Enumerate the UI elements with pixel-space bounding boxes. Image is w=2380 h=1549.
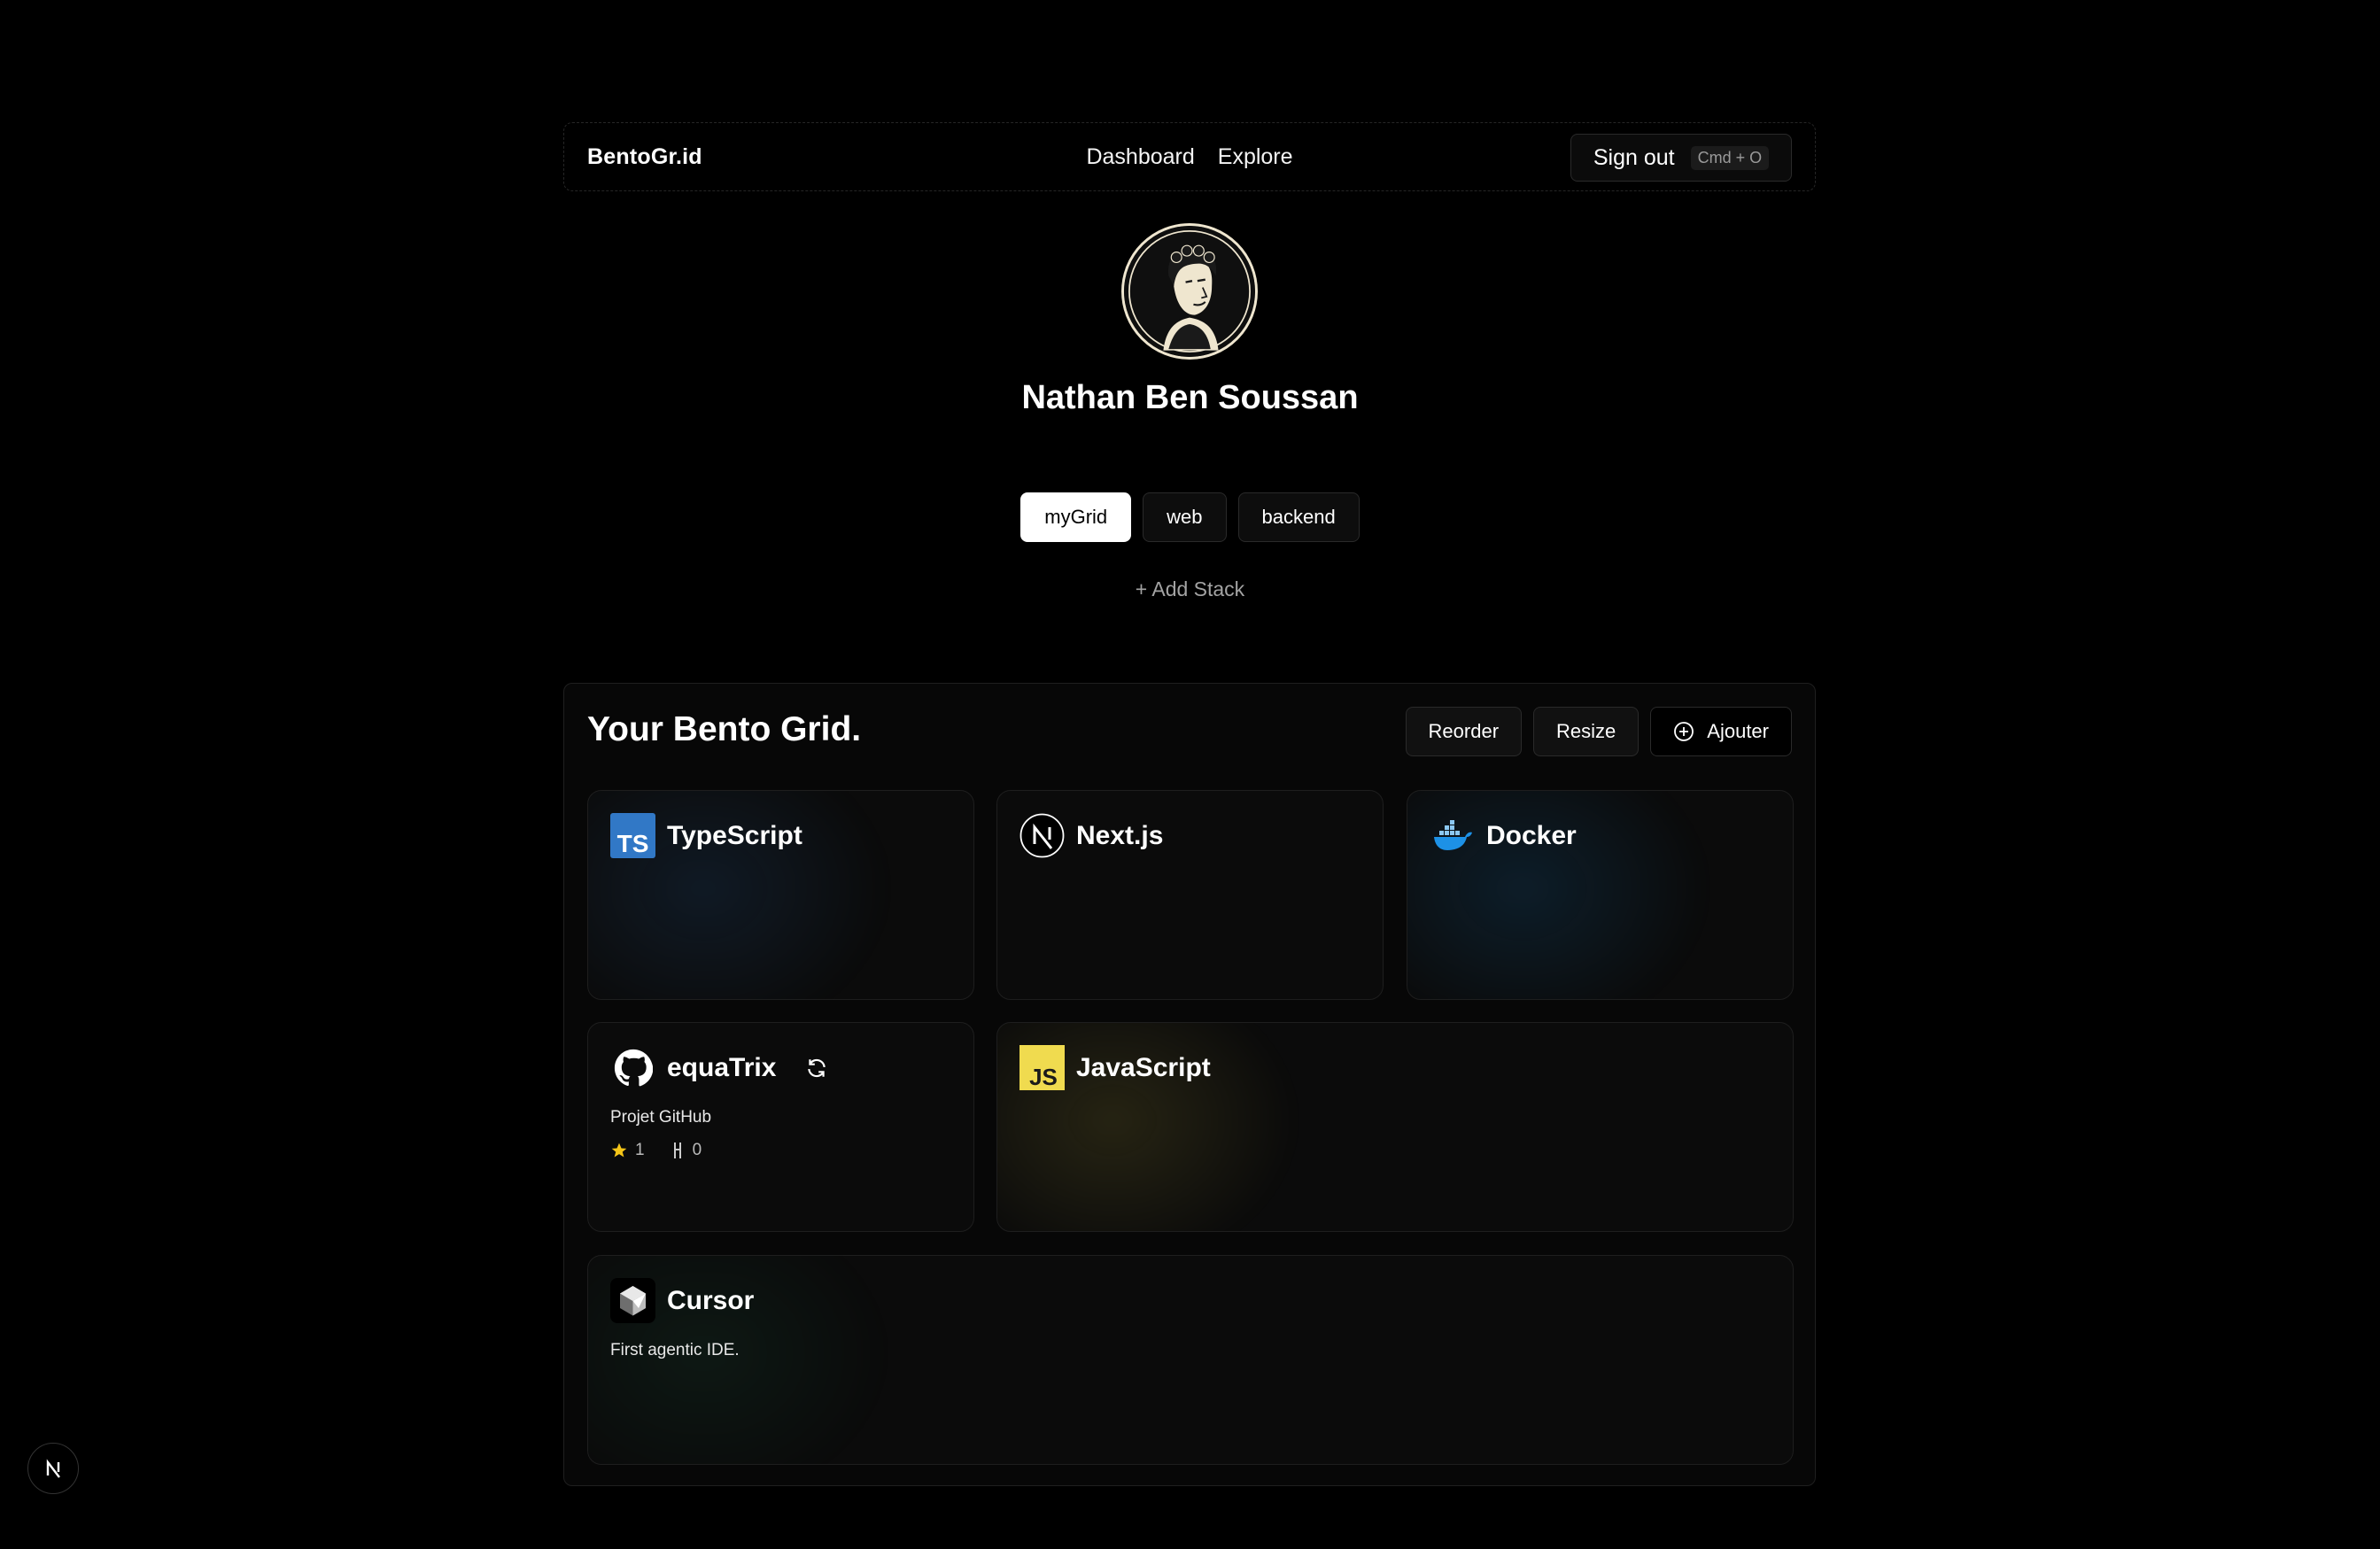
nextjs-logo-icon <box>46 1459 60 1478</box>
nav-links: Dashboard Explore <box>1086 144 1292 170</box>
sign-out-button[interactable]: Sign out Cmd + O <box>1570 134 1792 182</box>
card-title-nextjs: Next.js <box>1076 820 1164 850</box>
card-nextjs[interactable]: Next.js <box>996 790 1384 1000</box>
sign-out-shortcut: Cmd + O <box>1690 145 1770 170</box>
card-typescript[interactable]: TS TypeScript <box>587 790 974 1000</box>
repo-stats: 1 0 <box>610 1141 702 1160</box>
panel-actions: Reorder Resize Ajouter <box>1405 707 1792 756</box>
fork-icon <box>673 1142 681 1158</box>
svg-text:JS: JS <box>1029 1064 1058 1090</box>
star-icon <box>611 1142 627 1158</box>
nav-link-dashboard[interactable]: Dashboard <box>1086 144 1194 170</box>
avatar-portrait-icon <box>1124 226 1255 357</box>
plus-circle-icon <box>1674 722 1694 741</box>
card-title-docker: Docker <box>1486 820 1577 850</box>
add-card-button[interactable]: Ajouter <box>1650 707 1792 756</box>
docker-icon <box>1430 813 1475 858</box>
star-count-value: 1 <box>635 1141 645 1159</box>
card-title-typescript: TypeScript <box>667 820 802 850</box>
stack-tabs: myGrid web backend <box>0 492 2380 542</box>
card-title-equatrix: equaTrix <box>667 1052 777 1082</box>
card-title-cursor: Cursor <box>667 1285 755 1315</box>
add-card-label: Ajouter <box>1707 720 1769 742</box>
typescript-icon: TS <box>610 813 655 858</box>
resize-button[interactable]: Resize <box>1533 707 1640 756</box>
avatar[interactable] <box>1121 223 1258 360</box>
refresh-icon[interactable] <box>805 1057 828 1080</box>
fork-count-value: 0 <box>692 1141 702 1159</box>
bento-grid-panel: Your Bento Grid. Reorder Resize Ajouter … <box>563 683 1816 1486</box>
card-desc-equatrix: Projet GitHub <box>610 1108 712 1127</box>
nextjs-icon <box>1019 813 1065 858</box>
profile-name: Nathan Ben Soussan <box>1021 379 1359 416</box>
fork-count: 0 <box>671 1141 702 1160</box>
card-title-javascript: JavaScript <box>1076 1052 1211 1082</box>
nav-link-explore[interactable]: Explore <box>1218 144 1293 170</box>
card-javascript[interactable]: JS JavaScript <box>996 1022 1794 1232</box>
card-cursor[interactable]: Cursor First agentic IDE. <box>587 1255 1794 1465</box>
stack-tab-backend[interactable]: backend <box>1237 492 1360 542</box>
stack-tab-mygrid[interactable]: myGrid <box>1020 492 1132 542</box>
sign-out-label: Sign out <box>1593 144 1675 170</box>
card-equatrix[interactable]: equaTrix Projet GitHub 1 0 <box>587 1022 974 1232</box>
cursor-icon <box>610 1278 655 1323</box>
github-icon <box>610 1045 655 1090</box>
javascript-icon: JS <box>1019 1045 1065 1090</box>
add-stack-button[interactable]: + Add Stack <box>0 577 2380 601</box>
card-docker[interactable]: Docker <box>1407 790 1794 1000</box>
reorder-button[interactable]: Reorder <box>1405 707 1523 756</box>
star-count: 1 <box>610 1141 645 1160</box>
top-nav: BentoGr.id Dashboard Explore Sign out Cm… <box>563 122 1816 191</box>
nextjs-dev-tools-button[interactable] <box>27 1443 79 1494</box>
stack-tab-web[interactable]: web <box>1143 492 1227 542</box>
panel-title: Your Bento Grid. <box>587 710 862 748</box>
brand-logo[interactable]: BentoGr.id <box>587 144 702 170</box>
svg-text:TS: TS <box>617 830 649 857</box>
card-desc-cursor: First agentic IDE. <box>610 1341 740 1359</box>
